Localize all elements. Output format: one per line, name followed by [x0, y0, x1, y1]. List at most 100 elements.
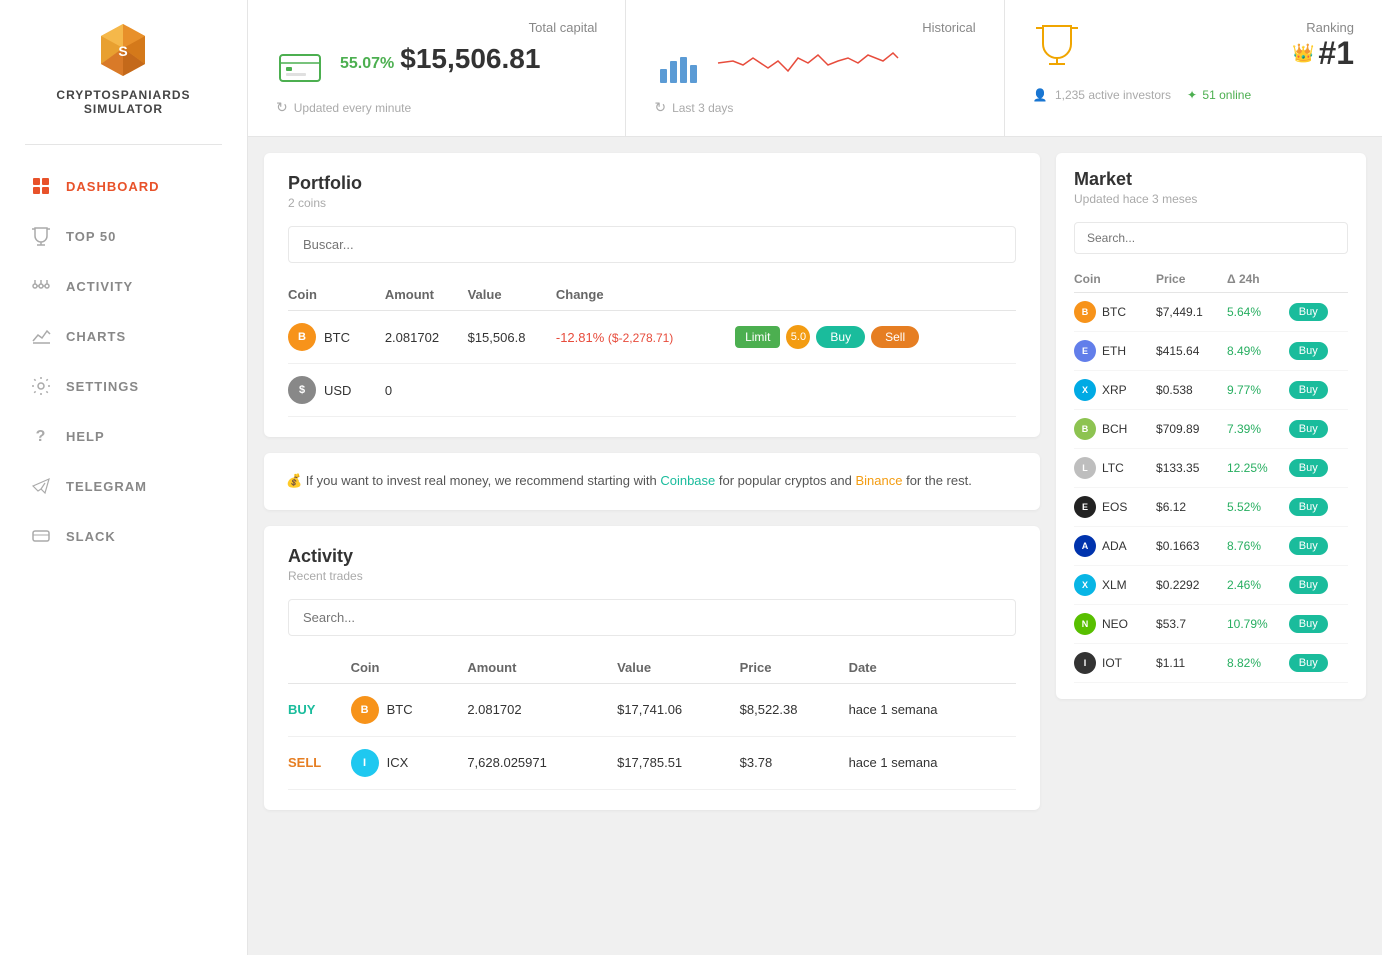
market-change: 8.49% — [1227, 332, 1289, 371]
limit-button[interactable]: Limit — [735, 326, 780, 348]
svg-text:S: S — [119, 43, 128, 59]
activity-subtitle: Recent trades — [288, 569, 1016, 583]
market-price: $133.35 — [1156, 449, 1227, 488]
act-amount: 2.081702 — [467, 683, 617, 736]
market-coin-name: BCH — [1102, 422, 1127, 436]
list-item: BBCH $709.89 7.39% Buy — [1074, 410, 1348, 449]
active-investors: 👤 1,235 active investors — [1033, 88, 1171, 102]
market-panel: Market Updated hace 3 meses Coin Price Δ… — [1056, 153, 1366, 699]
table-row: BBTC 2.081702 $15,506.8 -12.81% ($-2,278… — [288, 311, 1016, 364]
market-buy-button[interactable]: Buy — [1289, 381, 1328, 399]
list-item: EETH $415.64 8.49% Buy — [1074, 332, 1348, 371]
amount-cell: 0 — [385, 364, 468, 417]
sidebar-item-slack[interactable]: SLACK — [0, 511, 247, 561]
historical-chart — [718, 43, 898, 83]
market-coin-name: IOT — [1102, 656, 1122, 670]
refresh-icon: ↻ — [276, 99, 288, 116]
buy-button[interactable]: Buy — [816, 326, 865, 348]
act-col-amount: Amount — [467, 652, 617, 684]
col-coin: Coin — [288, 279, 385, 311]
market-buy-button[interactable]: Buy — [1289, 615, 1328, 633]
market-buy-button[interactable]: Buy — [1289, 420, 1328, 438]
trophy-rank-icon — [1033, 20, 1081, 68]
ranking-label: Ranking — [1292, 20, 1354, 35]
market-buy-button[interactable]: Buy — [1289, 342, 1328, 360]
sidebar-item-charts[interactable]: CHARTS — [0, 311, 247, 361]
activity-label: ACTIVITY — [66, 279, 133, 294]
sell-button[interactable]: Sell — [871, 326, 919, 348]
act-price: $8,522.38 — [740, 683, 849, 736]
market-change: 8.82% — [1227, 644, 1289, 683]
top50-label: TOP 50 — [66, 229, 116, 244]
market-coin-badge: A — [1074, 535, 1096, 557]
dashboard-label: DASHBOARD — [66, 179, 160, 194]
portfolio-search[interactable] — [288, 226, 1016, 263]
capital-icon — [276, 43, 324, 91]
market-buy-button[interactable]: Buy — [1289, 459, 1328, 477]
market-price: $709.89 — [1156, 410, 1227, 449]
market-change: 2.46% — [1227, 566, 1289, 605]
svg-text:?: ? — [36, 428, 47, 445]
market-coin-badge: N — [1074, 613, 1096, 635]
list-item: NNEO $53.7 10.79% Buy — [1074, 605, 1348, 644]
activity-title: Activity — [288, 546, 1016, 567]
list-item: XXLM $0.2292 2.46% Buy — [1074, 566, 1348, 605]
coin-name: ICX — [387, 755, 409, 770]
market-change: 9.77% — [1227, 371, 1289, 410]
market-change: 5.64% — [1227, 293, 1289, 332]
coin-name: BTC — [387, 702, 413, 717]
market-search[interactable] — [1074, 222, 1348, 254]
market-buy-button[interactable]: Buy — [1289, 576, 1328, 594]
sidebar-navigation: DASHBOARD TOP 50 — [0, 161, 247, 561]
logo-icon: S — [93, 20, 153, 80]
activity-search[interactable] — [288, 599, 1016, 636]
coinbase-link[interactable]: Coinbase — [660, 473, 715, 488]
act-col-date: Date — [849, 652, 1016, 684]
value-cell — [468, 364, 556, 417]
list-item: BBTC $7,449.1 5.64% Buy — [1074, 293, 1348, 332]
market-coin-badge: E — [1074, 496, 1096, 518]
main-content: Total capital 55.07% $15,506.81 ↻ — [248, 0, 1382, 955]
market-coin-badge: X — [1074, 574, 1096, 596]
sidebar-item-help[interactable]: ? HELP — [0, 411, 247, 461]
market-buy-button[interactable]: Buy — [1289, 654, 1328, 672]
chart-bar-icon — [654, 43, 702, 91]
slack-label: SLACK — [66, 529, 116, 544]
sidebar-item-telegram[interactable]: TELEGRAM — [0, 461, 247, 511]
count-button[interactable]: 5.0 — [786, 325, 810, 349]
sidebar-item-dashboard[interactable]: DASHBOARD — [0, 161, 247, 211]
sidebar-item-activity[interactable]: ACTIVITY — [0, 261, 247, 311]
market-coin-name: BTC — [1102, 305, 1126, 319]
banner-text-1: 💰 If you want to invest real money, we r… — [286, 473, 660, 488]
portfolio-table: Coin Amount Value Change BBTC 2.081702 $… — [288, 279, 1016, 417]
market-price: $0.1663 — [1156, 527, 1227, 566]
settings-icon — [30, 375, 52, 397]
binance-link[interactable]: Binance — [855, 473, 902, 488]
market-coin-name: XLM — [1102, 578, 1127, 592]
sidebar-divider — [25, 144, 223, 145]
coin-name: BTC — [324, 330, 350, 345]
market-coin-badge: I — [1074, 652, 1096, 674]
info-banner: 💰 If you want to invest real money, we r… — [264, 453, 1040, 510]
mkt-col-change: Δ 24h — [1227, 266, 1289, 293]
market-buy-button[interactable]: Buy — [1289, 303, 1328, 321]
slack-icon — [30, 525, 52, 547]
market-coin-name: NEO — [1102, 617, 1128, 631]
act-amount: 7,628.025971 — [467, 736, 617, 789]
dashboard-icon — [30, 175, 52, 197]
market-coin-badge: B — [1074, 418, 1096, 440]
market-buy-button[interactable]: Buy — [1289, 537, 1328, 555]
market-coin-name: XRP — [1102, 383, 1127, 397]
coin-badge: I — [351, 749, 379, 777]
list-item: EEOS $6.12 5.52% Buy — [1074, 488, 1348, 527]
content-area: Portfolio 2 coins Coin Amount Value Chan… — [248, 137, 1382, 955]
list-item: IIOT $1.11 8.82% Buy — [1074, 644, 1348, 683]
right-column: Market Updated hace 3 meses Coin Price Δ… — [1056, 153, 1366, 939]
market-buy-button[interactable]: Buy — [1289, 498, 1328, 516]
portfolio-subtitle: 2 coins — [288, 196, 1016, 210]
sidebar-item-top50[interactable]: TOP 50 — [0, 211, 247, 261]
actions-cell — [735, 364, 1016, 417]
act-price: $3.78 — [740, 736, 849, 789]
charts-label: CHARTS — [66, 329, 126, 344]
sidebar-item-settings[interactable]: SETTINGS — [0, 361, 247, 411]
